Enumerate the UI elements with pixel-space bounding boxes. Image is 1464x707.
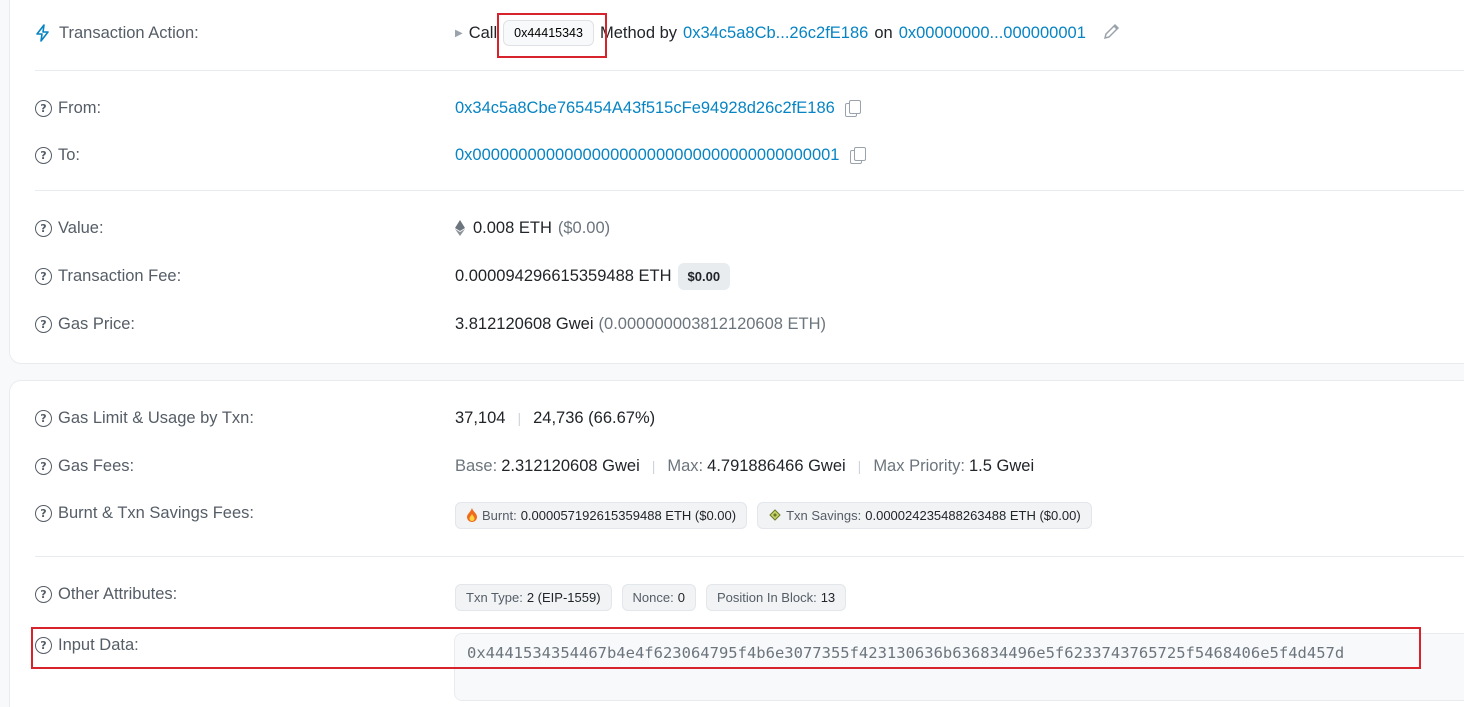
base-label: Base: [455, 456, 498, 475]
gas-limit: 37,104 [455, 408, 506, 427]
gas-price-gwei: 3.812120608 Gwei [455, 314, 594, 333]
ethereum-icon [455, 220, 465, 236]
from-value: 0x34c5a8Cbe765454A43f515cFe94928d26c2fE1… [455, 93, 861, 123]
txn-savings-badge: Txn Savings: 0.000024235488263488 ETH ($… [757, 501, 1092, 529]
gas-price-value: 3.812120608 Gwei (0.000000003812120608 E… [455, 309, 826, 339]
value-amount: 0.008 ETH [473, 218, 552, 237]
txn-fee-label: ? Transaction Fee: [35, 261, 181, 291]
savings-icon [768, 508, 782, 522]
separator: | [651, 458, 656, 474]
copy-icon[interactable] [844, 100, 861, 117]
input-data-label: ? Input Data: [35, 630, 139, 660]
transaction-action-value: ▶ Call 0x44415343 Method by 0x34c5a8Cb..… [455, 18, 1122, 48]
from-label-text: From: [58, 98, 102, 117]
pencil-icon[interactable] [1102, 21, 1122, 46]
input-data-label-text: Input Data: [58, 635, 139, 654]
txn-fee-usd-badge: $0.00 [677, 262, 731, 290]
to-value: 0x00000000000000000000000000000000000000… [455, 140, 866, 170]
position-key: Position In Block: [716, 589, 817, 605]
method-by-text: Method by [599, 23, 678, 42]
separator: | [857, 458, 862, 474]
txn-fee-amount: 0.000094296615359488 ETH [455, 266, 672, 285]
gas-fees-label-text: Gas Fees: [58, 456, 135, 475]
gas-limit-label-text: Gas Limit & Usage by Txn: [58, 408, 254, 427]
method-to-link[interactable]: 0x00000000...000000001 [899, 24, 1086, 43]
help-icon[interactable]: ? [35, 504, 52, 522]
gas-price-label-text: Gas Price: [58, 314, 136, 333]
burnt-badge: Burnt: 0.000057192615359488 ETH ($0.00) [455, 501, 748, 529]
gas-limit-value: 37,104 | 24,736 (66.67%) [455, 403, 655, 433]
value-value: 0.008 ETH ($0.00) [455, 213, 610, 243]
method-from-link[interactable]: 0x34c5a8Cb...26c2fE186 [683, 24, 868, 43]
divider [35, 556, 1464, 557]
txn-type-badge: Txn Type: 2 (EIP-1559) [455, 583, 612, 611]
txn-fee-label-text: Transaction Fee: [58, 266, 182, 285]
help-icon[interactable]: ? [35, 219, 52, 237]
to-label: ? To: [35, 140, 80, 170]
value-usd: ($0.00) [557, 218, 611, 237]
value-label-text: Value: [58, 218, 104, 237]
burnt-savings-label-text: Burnt & Txn Savings Fees: [58, 503, 254, 522]
transaction-action-label-text: Transaction Action: [59, 23, 199, 42]
gas-fees-value: Base: 2.312120608 Gwei | Max: 4.79188646… [455, 451, 1034, 481]
help-icon[interactable]: ? [35, 99, 52, 117]
separator: | [517, 410, 522, 426]
txn-type-key: Txn Type: [466, 589, 523, 605]
burnt-savings-value: Burnt: 0.000057192615359488 ETH ($0.00) … [455, 500, 1102, 530]
nonce-badge: Nonce: 0 [621, 583, 696, 611]
fire-icon [466, 508, 478, 522]
other-attributes-label: ? Other Attributes: [35, 579, 177, 609]
help-icon[interactable]: ? [35, 585, 52, 603]
txn-type-value: 2 (EIP-1559) [526, 589, 601, 605]
to-label-text: To: [58, 145, 81, 164]
gas-price-label: ? Gas Price: [35, 309, 135, 339]
divider [35, 70, 1464, 71]
input-data-box[interactable]: 0x4441534354467b4e4f623064795f4b6e307735… [454, 633, 1464, 701]
value-label: ? Value: [35, 213, 104, 243]
savings-amount: 0.000024235488263488 ETH ($0.00) [865, 507, 1081, 523]
position-value: 13 [820, 589, 836, 605]
from-address-link[interactable]: 0x34c5a8Cbe765454A43f515cFe94928d26c2fE1… [455, 99, 835, 118]
gas-limit-label: ? Gas Limit & Usage by Txn: [35, 403, 254, 433]
help-icon[interactable]: ? [35, 636, 52, 654]
method-id-badge: 0x44415343 [503, 20, 594, 46]
help-icon[interactable]: ? [35, 315, 52, 333]
burnt-amount: 0.000057192615359488 ETH ($0.00) [520, 507, 737, 523]
burnt-savings-label: ? Burnt & Txn Savings Fees: [35, 498, 254, 528]
txn-fee-value: 0.000094296615359488 ETH $0.00 [455, 261, 740, 291]
divider [35, 190, 1464, 191]
help-icon[interactable]: ? [35, 146, 52, 164]
gas-usage: 24,736 (66.67%) [533, 408, 656, 427]
max-priority-value: 1.5 Gwei [969, 456, 1035, 475]
position-badge: Position In Block: 13 [705, 583, 847, 611]
nonce-key: Nonce: [632, 589, 674, 605]
gas-fees-label: ? Gas Fees: [35, 451, 134, 481]
nonce-value: 0 [677, 589, 685, 605]
other-attributes-label-text: Other Attributes: [58, 584, 178, 603]
lightning-icon [35, 24, 51, 42]
max-value: 4.791886466 Gwei [707, 456, 846, 475]
max-priority-label: Max Priority: [873, 456, 965, 475]
caret-right-icon[interactable]: ▶ [455, 28, 463, 39]
gas-price-eth: (0.000000003812120608 ETH) [598, 314, 827, 333]
to-address-link[interactable]: 0x00000000000000000000000000000000000000… [455, 146, 840, 165]
help-icon[interactable]: ? [35, 457, 52, 475]
call-text: Call [468, 23, 498, 42]
transaction-action-label: Transaction Action: [35, 18, 199, 48]
from-label: ? From: [35, 93, 101, 123]
other-attributes-value: Txn Type: 2 (EIP-1559) Nonce: 0 Position… [455, 582, 856, 612]
savings-key: Txn Savings: [786, 507, 862, 523]
copy-icon[interactable] [849, 147, 866, 164]
base-value: 2.312120608 Gwei [501, 456, 640, 475]
help-icon[interactable]: ? [35, 409, 52, 427]
on-text: on [874, 23, 893, 42]
burnt-key: Burnt: [482, 507, 517, 523]
max-label: Max: [667, 456, 704, 475]
help-icon[interactable]: ? [35, 267, 52, 285]
